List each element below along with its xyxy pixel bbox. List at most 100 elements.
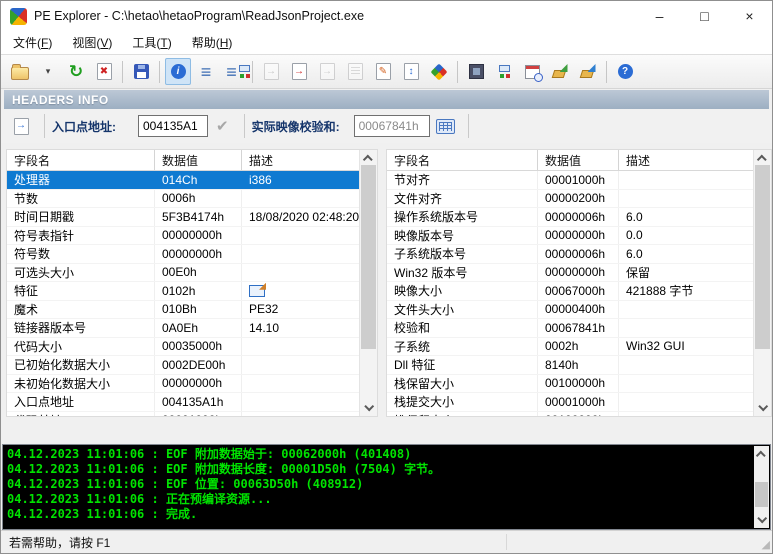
right-table-scrollbar[interactable] — [753, 150, 771, 416]
menu-item-V[interactable]: 视图(V) — [62, 32, 122, 53]
menu-item-F[interactable]: 文件(F) — [3, 32, 62, 53]
cell-value: 00000000h — [155, 227, 242, 245]
cell-desc — [619, 393, 753, 411]
column-header[interactable]: 数据值 — [155, 150, 242, 170]
table-row[interactable]: 符号数00000000h — [7, 245, 359, 264]
cell-value: 0006h — [155, 190, 242, 208]
scroll-down-icon[interactable] — [754, 513, 769, 528]
open-file-dropdown[interactable]: ▾ — [35, 58, 61, 85]
save-header-button[interactable]: → — [10, 113, 36, 140]
column-header[interactable]: 字段名 — [387, 150, 538, 170]
cell-name: 入口点地址 — [7, 393, 155, 411]
maximize-button[interactable]: □ — [682, 1, 727, 31]
cleaner-restore-icon[interactable] — [575, 58, 601, 85]
cell-name: 文件头大小 — [387, 301, 538, 319]
export-file-icon[interactable]: → — [258, 58, 284, 85]
table-row[interactable]: Dll 特征8140h — [387, 356, 753, 375]
scroll-up-icon[interactable] — [754, 150, 771, 165]
recompute-checksum-icon[interactable]: ↕ — [398, 58, 424, 85]
minimize-button[interactable]: – — [637, 1, 682, 31]
save-icon[interactable] — [128, 58, 154, 85]
table-row[interactable]: 子系统版本号00000006h6.0 — [387, 245, 753, 264]
table-row[interactable]: 文件头大小00000400h — [387, 301, 753, 320]
menu-item-T[interactable]: 工具(T) — [122, 32, 181, 53]
edit-headers-icon[interactable]: ✎ — [370, 58, 396, 85]
table-row[interactable]: 栈保留大小00100000h — [387, 375, 753, 394]
table-row[interactable]: 时间日期戳5F3B4174h18/08/2020 02:48:20 — [7, 208, 359, 227]
report-icon[interactable] — [342, 58, 368, 85]
cell-value: 00000000h — [155, 245, 242, 263]
table-row[interactable]: 文件对齐00000200h — [387, 190, 753, 209]
scroll-thumb[interactable] — [755, 482, 768, 507]
scroll-down-icon[interactable] — [360, 401, 377, 416]
table-row[interactable]: 特征0102h — [7, 282, 359, 301]
console-line: 04.12.2023 11:01:06 : EOF 附加数据长度: 00001D… — [7, 462, 748, 477]
table-row[interactable]: 节对齐00001000h — [387, 171, 753, 190]
scroll-thumb[interactable] — [755, 165, 770, 349]
scroll-down-icon[interactable] — [754, 401, 771, 416]
left-table-scrollbar[interactable] — [359, 150, 377, 416]
table-row[interactable]: 堆保留大小00100000h — [387, 412, 753, 417]
table-row[interactable]: 映像大小00067000h421888 字节 — [387, 282, 753, 301]
cell-value: 00067841h — [538, 319, 619, 337]
export-section-icon[interactable]: → — [314, 58, 340, 85]
scroll-up-icon[interactable] — [360, 150, 377, 165]
calculator-icon[interactable] — [436, 119, 455, 134]
table-row[interactable]: 操作系统版本号00000006h6.0 — [387, 208, 753, 227]
table-row[interactable]: 映像版本号00000000h0.0 — [387, 227, 753, 246]
section-headers-icon[interactable]: ≡ — [221, 58, 247, 85]
scroll-thumb[interactable] — [361, 165, 376, 349]
timestamp-adjuster-icon[interactable] — [519, 58, 545, 85]
table-row[interactable]: 子系统0002hWin32 GUI — [387, 338, 753, 357]
entry-point-bar: → 入口点地址: ✔ 实际映像校验和: — [1, 109, 772, 143]
characteristics-edit-icon[interactable] — [249, 285, 265, 297]
scroll-up-icon[interactable] — [754, 446, 769, 461]
table-row[interactable]: 符号表指针00000000h — [7, 227, 359, 246]
cell-desc: 保留 — [619, 264, 753, 282]
headers-info-icon[interactable]: i — [165, 58, 191, 85]
column-header[interactable]: 字段名 — [7, 150, 155, 170]
table-row[interactable]: 栈提交大小00001000h — [387, 393, 753, 412]
table-row[interactable]: 处理器014Chi386 — [7, 171, 359, 190]
cell-name: 子系统版本号 — [387, 245, 538, 263]
cell-value: 00000006h — [538, 245, 619, 263]
table-row[interactable]: 未初始化数据大小00000000h — [7, 375, 359, 394]
entry-point-input[interactable] — [138, 115, 208, 137]
cell-desc — [619, 190, 753, 208]
column-header[interactable]: 数据值 — [538, 150, 619, 170]
table-row[interactable]: 已初始化数据大小0002DE00h — [7, 356, 359, 375]
dependency-scanner-icon[interactable] — [491, 58, 517, 85]
resize-grip-icon[interactable]: ◢ — [762, 540, 770, 551]
column-header[interactable]: 描述 — [242, 150, 359, 170]
table-row[interactable]: 校验和00067841h — [387, 319, 753, 338]
cell-desc: 0.0 — [619, 227, 753, 245]
table-row[interactable]: Win32 版本号00000000h保留 — [387, 264, 753, 283]
menu-item-H[interactable]: 帮助(H) — [182, 32, 243, 53]
table-row[interactable]: 代码基址00001000h — [7, 412, 359, 417]
cell-value: 00000006h — [538, 208, 619, 226]
table-row[interactable]: 代码大小00035000h — [7, 338, 359, 357]
column-header[interactable]: 描述 — [619, 150, 753, 170]
reload-file-icon[interactable]: ↻ — [63, 58, 89, 85]
open-file-icon[interactable] — [7, 58, 33, 85]
console-scrollbar[interactable] — [754, 446, 769, 528]
help-icon[interactable]: ? — [612, 58, 638, 85]
cell-value: 8140h — [538, 356, 619, 374]
apply-check-icon[interactable]: ✔ — [216, 117, 229, 135]
data-directories-icon[interactable]: ≡ — [193, 58, 219, 85]
table-row[interactable]: 链接器版本号0A0Eh14.10 — [7, 319, 359, 338]
close-button[interactable]: × — [727, 1, 772, 31]
resource-cleaner-icon[interactable] — [547, 58, 573, 85]
table-row[interactable]: 入口点地址004135A1h — [7, 393, 359, 412]
table-row[interactable]: 魔术010BhPE32 — [7, 301, 359, 320]
table-row[interactable]: 可选头大小00E0h — [7, 264, 359, 283]
console-line: 04.12.2023 11:01:06 : EOF 附加数据始于: 000620… — [7, 447, 748, 462]
section-viewer-icon[interactable] — [426, 58, 452, 85]
headers-info-title: HEADERS INFO — [12, 93, 109, 107]
resource-editor-icon[interactable] — [463, 58, 489, 85]
import-data-icon[interactable]: → — [286, 58, 312, 85]
close-file-icon[interactable]: ✖ — [91, 58, 117, 85]
cell-value: 0002DE00h — [155, 356, 242, 374]
cell-desc — [619, 356, 753, 374]
table-row[interactable]: 节数0006h — [7, 190, 359, 209]
